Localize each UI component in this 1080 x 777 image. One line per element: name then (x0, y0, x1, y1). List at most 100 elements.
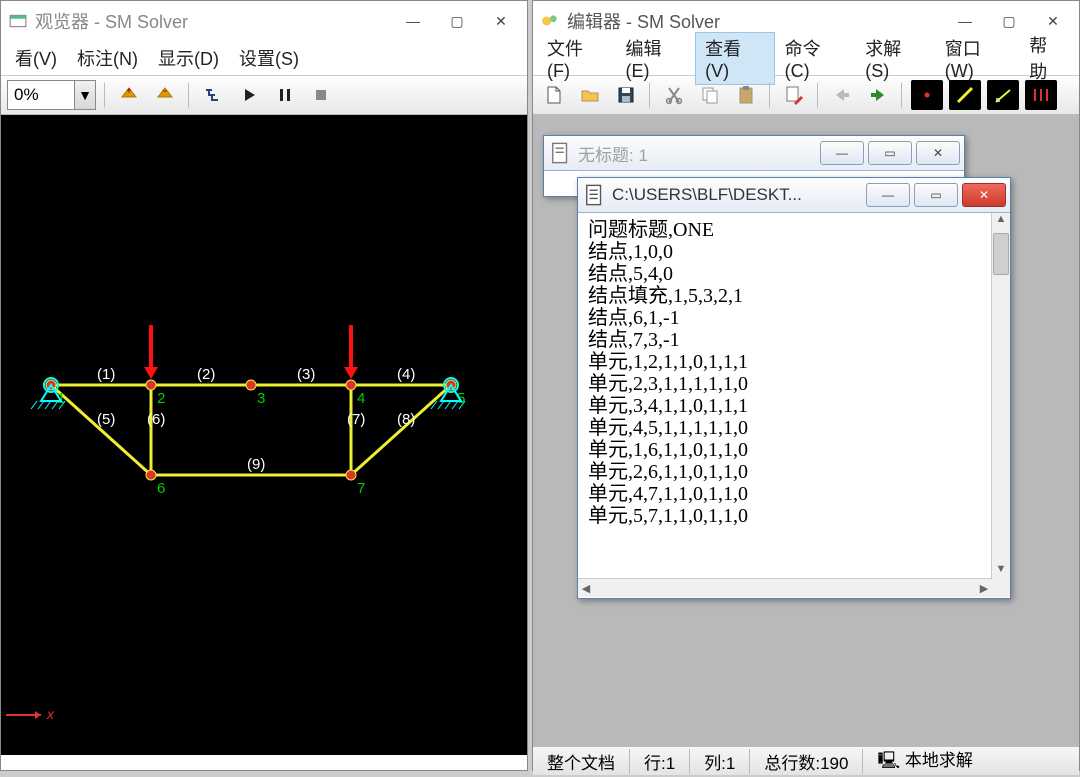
menu-item[interactable]: 文件(F) (537, 32, 616, 85)
svg-text:1: 1 (57, 390, 65, 407)
open-file-icon[interactable] (575, 80, 605, 110)
doc-minimize-button[interactable]: — (866, 183, 910, 207)
horizontal-scrollbar[interactable]: ◀ ▶ (578, 578, 992, 597)
status-scope: 整个文档 (533, 749, 630, 774)
forward-arrow-icon[interactable] (863, 80, 893, 110)
paste-icon[interactable] (731, 80, 761, 110)
svg-text:(9): (9) (247, 456, 265, 473)
cut-icon[interactable] (659, 80, 689, 110)
doc-minimize-button[interactable]: — (820, 141, 864, 165)
svg-text:x: x (46, 706, 55, 722)
scroll-thumb[interactable] (993, 233, 1009, 275)
mode1-icon[interactable] (911, 80, 943, 110)
doc-icon (584, 184, 606, 206)
zoom-dropdown-icon[interactable]: ▼ (74, 81, 95, 109)
save-file-icon[interactable] (611, 80, 641, 110)
back-arrow-icon[interactable] (827, 80, 857, 110)
editor-workspace: 无标题: 1 — ▭ ✕ C:\USERS\BLF\DESKT... — ▭ ✕ (533, 115, 1079, 775)
svg-text:(5): (5) (97, 411, 115, 428)
svg-text:(6): (6) (147, 411, 165, 428)
copy-icon[interactable] (695, 80, 725, 110)
editor-title: 编辑器 - SM Solver (567, 8, 943, 34)
steps-icon[interactable] (198, 80, 228, 110)
separator (769, 82, 771, 108)
stop-icon[interactable] (306, 80, 336, 110)
menu-item[interactable]: 编辑(E) (616, 32, 696, 85)
menu-annotate[interactable]: 标注(N) (67, 42, 148, 74)
doc-active[interactable]: C:\USERS\BLF\DESKT... — ▭ ✕ 问题标题,ONE 结点,… (577, 177, 1011, 599)
menu-item[interactable]: 命令(C) (775, 32, 856, 85)
svg-text:6: 6 (157, 480, 165, 497)
menu-item[interactable]: 窗口(W) (935, 32, 1020, 85)
editor-window: 编辑器 - SM Solver — ▢ ✕ 文件(F)编辑(E)查看(V)命令(… (532, 0, 1080, 771)
separator (901, 82, 903, 108)
svg-text:7: 7 (357, 480, 365, 497)
doc-maximize-button[interactable]: ▭ (914, 183, 958, 207)
separator (649, 82, 651, 108)
viewer-title: 观览器 - SM Solver (35, 8, 391, 34)
separator (188, 82, 190, 108)
minimize-button[interactable]: — (391, 6, 435, 36)
doc-close-button[interactable]: ✕ (916, 141, 960, 165)
app-icon (541, 12, 559, 30)
scroll-left-icon[interactable]: ◀ (578, 582, 594, 595)
resize-grip[interactable] (992, 579, 1010, 597)
svg-text:(3): (3) (297, 366, 315, 383)
svg-text:3: 3 (257, 390, 265, 407)
doc-textarea[interactable]: 问题标题,ONE 结点,1,0,0 结点,5,4,0 结点填充,1,5,3,2,… (578, 213, 1010, 535)
status-row: 行:1 (630, 749, 690, 774)
edit-doc-icon[interactable] (779, 80, 809, 110)
editor-toolbar (533, 76, 1079, 115)
status-col: 列:1 (690, 749, 750, 774)
viewer-titlebar[interactable]: 观览器 - SM Solver — ▢ ✕ (1, 1, 527, 41)
zoom-in-icon[interactable] (114, 80, 144, 110)
doc-maximize-button[interactable]: ▭ (868, 141, 912, 165)
svg-text:(1): (1) (97, 366, 115, 383)
doc-close-button[interactable]: ✕ (962, 183, 1006, 207)
mode2-icon[interactable] (949, 80, 981, 110)
vertical-scrollbar[interactable]: ▲ ▼ (991, 213, 1010, 579)
doc-body: 问题标题,ONE 结点,1,0,0 结点,5,4,0 结点填充,1,5,3,2,… (578, 213, 1010, 597)
zoom-value: 0% (8, 85, 74, 105)
doc-active-title: C:\USERS\BLF\DESKT... (612, 185, 866, 205)
zoom-combo[interactable]: 0% ▼ (7, 80, 96, 110)
viewer-menubar: 看(V) 标注(N) 显示(D) 设置(S) (1, 41, 527, 76)
scroll-right-icon[interactable]: ▶ (976, 582, 992, 595)
menu-item[interactable]: 查看(V) (695, 32, 775, 85)
svg-text:4: 4 (357, 390, 365, 407)
separator (817, 82, 819, 108)
menu-item[interactable]: 帮助 (1019, 29, 1075, 87)
doc-untitled-titlebar[interactable]: 无标题: 1 — ▭ ✕ (544, 136, 964, 171)
scroll-down-icon[interactable]: ▼ (996, 563, 1007, 579)
app-icon (9, 12, 27, 30)
maximize-button[interactable]: ▢ (435, 6, 479, 36)
menu-display[interactable]: 显示(D) (148, 42, 229, 74)
scroll-up-icon[interactable]: ▲ (996, 213, 1007, 229)
status-solver: 🖳 本地求解 (863, 746, 986, 777)
mode3-icon[interactable] (987, 80, 1019, 110)
doc-icon (550, 142, 572, 164)
doc-active-titlebar[interactable]: C:\USERS\BLF\DESKT... — ▭ ✕ (578, 178, 1010, 213)
pause-icon[interactable] (270, 80, 300, 110)
svg-text:(7): (7) (347, 411, 365, 428)
separator (104, 82, 106, 108)
menu-item[interactable]: 求解(S) (855, 32, 935, 85)
mode4-icon[interactable] (1025, 80, 1057, 110)
svg-text:(2): (2) (197, 366, 215, 383)
menu-view[interactable]: 看(V) (5, 42, 67, 74)
zoom-out-icon[interactable] (150, 80, 180, 110)
svg-text:5: 5 (457, 390, 465, 407)
viewer-window: 观览器 - SM Solver — ▢ ✕ 看(V) 标注(N) 显示(D) 设… (0, 0, 528, 771)
new-file-icon[interactable] (539, 80, 569, 110)
truss-canvas[interactable]: x (1) (2) (3) (4) (5) (6) (7) (8) (9) 1 2 3 4 5 6 7 (1, 115, 527, 755)
viewer-toolbar: 0% ▼ (1, 76, 527, 115)
svg-text:(4): (4) (397, 366, 415, 383)
editor-menubar: 文件(F)编辑(E)查看(V)命令(C)求解(S)窗口(W)帮助 (533, 41, 1079, 76)
svg-text:2: 2 (157, 390, 165, 407)
play-icon[interactable] (234, 80, 264, 110)
close-button[interactable]: ✕ (479, 6, 523, 36)
doc-untitled-title: 无标题: 1 (578, 141, 820, 166)
svg-text:(8): (8) (397, 411, 415, 428)
status-total: 总行数:190 (750, 749, 863, 774)
menu-settings[interactable]: 设置(S) (229, 42, 309, 74)
